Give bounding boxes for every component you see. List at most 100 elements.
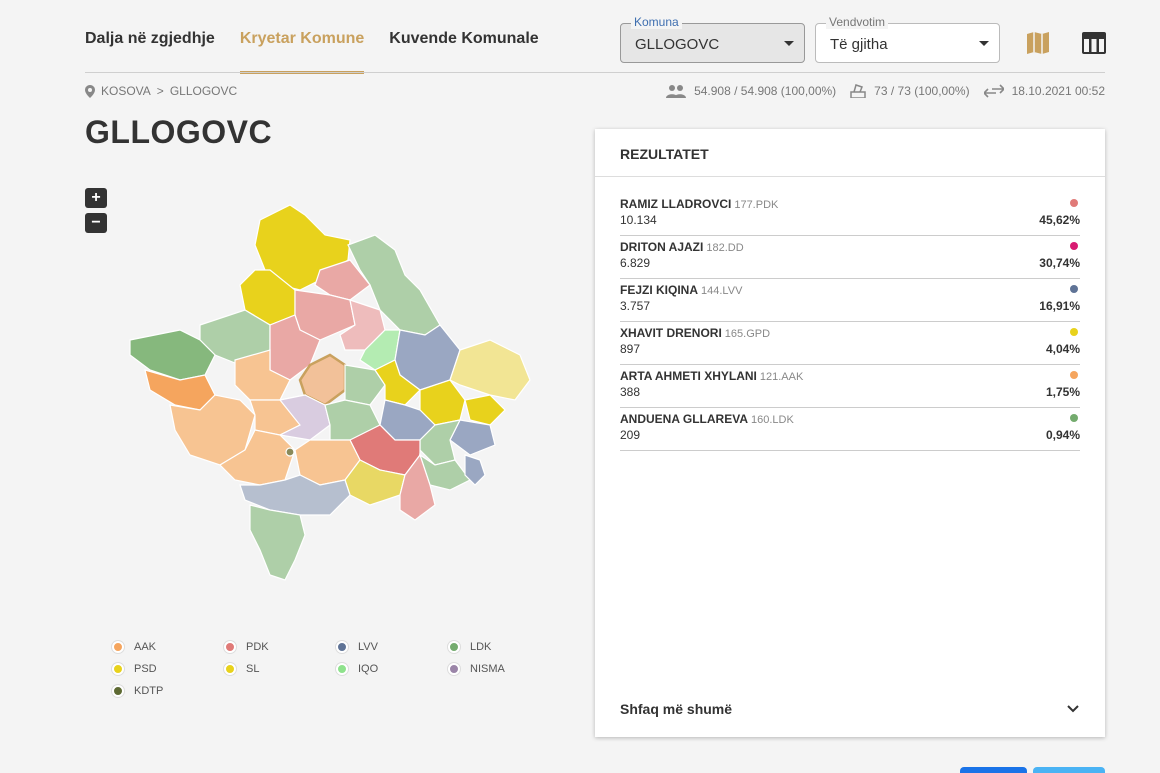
party-color-dot	[1070, 371, 1078, 379]
show-more-label: Shfaq më shumë	[620, 701, 733, 717]
legend-label: AAK	[134, 641, 157, 653]
legend-item-psd[interactable]: PSD	[112, 662, 224, 676]
breadcrumb-separator: >	[156, 84, 164, 98]
result-row[interactable]: FEJZI KIQINA 144.LVV 3.757 16,91%	[620, 279, 1080, 322]
party-color-dot	[1070, 285, 1078, 293]
candidate-votes: 388	[620, 385, 641, 399]
candidate-code: 121.AAK	[759, 371, 804, 383]
legend-item-lvv[interactable]: LVV	[336, 640, 448, 654]
candidate-code: 165.GPD	[724, 328, 771, 340]
result-row[interactable]: ANDUENA GLLAREVA 160.LDK 209 0,94%	[620, 408, 1080, 451]
results-header: REZULTATET	[595, 129, 1105, 177]
komuna-select[interactable]: Komuna GLLOGOVC	[620, 15, 805, 63]
party-color-dot	[1070, 242, 1078, 250]
map-region	[449, 339, 531, 401]
candidate-percent: 0,94%	[1045, 428, 1080, 442]
legend-dot	[224, 641, 236, 653]
tab-dalja[interactable]: Dalja në zgjedhje	[85, 0, 215, 73]
stations-count: 73 / 73 (100,00%)	[874, 84, 970, 98]
kosovo-map[interactable]	[120, 190, 540, 590]
ballot-box-icon	[850, 84, 866, 98]
tab-kuvende-komunale[interactable]: Kuvende Komunale	[389, 0, 538, 73]
legend-label: NISMA	[470, 663, 505, 675]
chevron-down-icon	[1067, 705, 1079, 713]
candidate-percent: 30,74%	[1039, 256, 1080, 270]
dropdown-arrow-icon	[784, 41, 794, 46]
legend-label: IQO	[358, 663, 379, 675]
breadcrumb-root[interactable]: KOSOVA	[101, 84, 151, 98]
location-pin-icon	[85, 84, 95, 98]
dropdown-arrow-icon	[979, 41, 989, 46]
breadcrumb-current: GLLOGOVC	[169, 84, 238, 98]
legend-label: PDK	[246, 641, 269, 653]
legend-dot	[112, 685, 124, 697]
legend-label: LVV	[358, 641, 378, 653]
legend-item-iqo[interactable]: IQO	[336, 662, 448, 676]
legend-dot	[448, 663, 460, 675]
result-row[interactable]: XHAVIT DRENORI 165.GPD 897 4,04%	[620, 322, 1080, 365]
party-legend: AAK PDK LVV LDK PSD SL IQO NISMA KDTP	[112, 640, 552, 698]
candidate-votes: 6.829	[620, 256, 651, 270]
legend-dot	[112, 641, 124, 653]
legend-label: KDTP	[134, 685, 164, 697]
legend-item-pdk[interactable]: PDK	[224, 640, 336, 654]
result-row[interactable]: RAMIZ LLADROVCI 177.PDK 10.134 45,62%	[620, 193, 1080, 236]
voters-count: 54.908 / 54.908 (100,00%)	[694, 84, 837, 98]
komuna-select-label: Komuna	[631, 15, 682, 29]
legend-label: LDK	[470, 641, 492, 653]
legend-item-kdtp[interactable]: KDTP	[112, 684, 224, 698]
last-updated: 18.10.2021 00:52	[1011, 84, 1105, 98]
show-more-button[interactable]: Shfaq më shumë	[620, 701, 1080, 717]
candidate-code: 182.DD	[706, 242, 744, 254]
page-title: GLLOGOVC	[85, 114, 273, 150]
breadcrumb: KOSOVA > GLLOGOVC	[85, 84, 237, 98]
party-color-dot	[1070, 414, 1078, 422]
map-icon[interactable]	[1024, 29, 1052, 57]
footer-button[interactable]	[1033, 767, 1105, 773]
legend-dot	[336, 641, 348, 653]
candidate-name: XHAVIT DRENORI 165.GPD	[620, 326, 771, 340]
candidate-name: ARTA AHMETI XHYLANI 121.AAK	[620, 369, 804, 383]
main-tabs: Dalja në zgjedhje Kryetar Komune Kuvende…	[85, 0, 539, 74]
zoom-out-button[interactable]: −	[85, 213, 107, 233]
candidate-code: 160.LDK	[751, 414, 794, 426]
legend-item-aak[interactable]: AAK	[112, 640, 224, 654]
zoom-in-button[interactable]: +	[85, 188, 107, 208]
legend-item-ldk[interactable]: LDK	[448, 640, 560, 654]
legend-dot	[224, 663, 236, 675]
legend-label: SL	[246, 663, 260, 675]
candidate-percent: 45,62%	[1039, 213, 1080, 227]
sync-arrows-icon	[983, 84, 1004, 98]
footer-button[interactable]	[960, 767, 1027, 773]
legend-item-sl[interactable]: SL	[224, 662, 336, 676]
map-region	[249, 504, 306, 581]
vendvotim-select-value: Të gjitha	[830, 36, 888, 53]
results-list: RAMIZ LLADROVCI 177.PDK 10.134 45,62% DRI…	[595, 177, 1105, 451]
result-row[interactable]: DRITON AJAZI 182.DD 6.829 30,74%	[620, 236, 1080, 279]
komuna-select-value: GLLOGOVC	[635, 36, 720, 53]
people-icon	[666, 85, 687, 98]
stats-bar: 54.908 / 54.908 (100,00%) 73 / 73 (100,0…	[666, 84, 1105, 98]
table-icon[interactable]	[1080, 29, 1108, 57]
candidate-percent: 4,04%	[1045, 342, 1080, 356]
candidate-votes: 897	[620, 342, 641, 356]
candidate-name: ANDUENA GLLAREVA 160.LDK	[620, 412, 794, 426]
legend-label: PSD	[134, 663, 157, 675]
candidate-percent: 1,75%	[1045, 385, 1080, 399]
candidate-code: 177.PDK	[734, 199, 779, 211]
result-row[interactable]: ARTA AHMETI XHYLANI 121.AAK 388 1,75%	[620, 365, 1080, 408]
vendvotim-select[interactable]: Vendvotim Të gjitha	[815, 15, 1000, 63]
party-color-dot	[1070, 199, 1078, 207]
legend-dot	[448, 641, 460, 653]
candidate-code: 144.LVV	[701, 285, 743, 297]
vendvotim-select-label: Vendvotim	[826, 15, 889, 29]
nav-divider	[85, 72, 1105, 73]
legend-item-nisma[interactable]: NISMA	[448, 662, 560, 676]
legend-dot	[112, 663, 124, 675]
candidate-name: FEJZI KIQINA 144.LVV	[620, 283, 743, 297]
map-region	[464, 394, 506, 426]
tab-kryetar-komune[interactable]: Kryetar Komune	[239, 0, 365, 74]
candidate-percent: 16,91%	[1039, 299, 1080, 313]
candidate-name: RAMIZ LLADROVCI 177.PDK	[620, 197, 779, 211]
results-card: REZULTATET RAMIZ LLADROVCI 177.PDK 10.134…	[595, 129, 1105, 737]
